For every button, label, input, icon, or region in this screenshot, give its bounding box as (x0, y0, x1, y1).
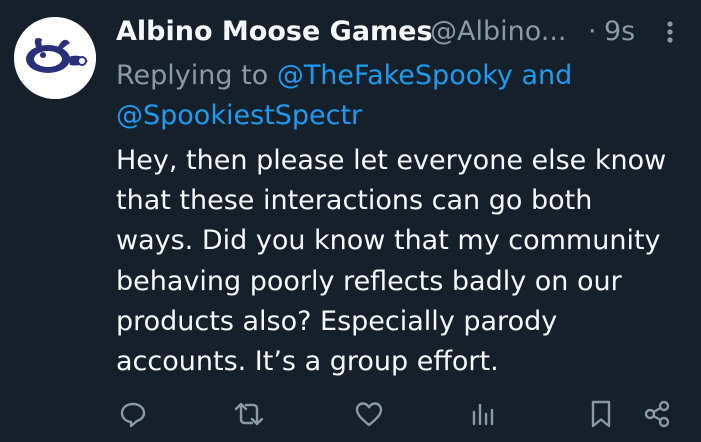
replying-to: Replying to @TheFakeSpooky and @Spookies… (116, 56, 676, 136)
reply-button[interactable] (116, 397, 150, 431)
action-bar (116, 397, 676, 431)
tweet-text: Hey, then please let everyone else know … (116, 141, 686, 382)
tweet-text-line: that these interactions can go both (116, 185, 593, 217)
bookmark-button[interactable] (584, 397, 618, 431)
more-options-icon[interactable] (661, 20, 679, 44)
timestamp[interactable]: 9s (604, 12, 635, 52)
share-button[interactable] (640, 397, 674, 431)
retweet-icon (234, 402, 264, 426)
share-icon (644, 400, 670, 428)
author-display-name[interactable]: Albino Moose Games (116, 12, 433, 52)
tweet-header: Albino Moose Games @Albino... · 9s (116, 12, 686, 52)
avatar[interactable] (14, 17, 96, 99)
moose-logo-icon (14, 17, 96, 99)
tweet-text-line: ways. Did you know that my community (116, 225, 661, 257)
tweet-text-line: products also? Especially parody (116, 305, 558, 337)
mention-link[interactable]: @SpookiestSpectr (116, 100, 362, 131)
tweet-text-line: Hey, then please let everyone else know (116, 145, 667, 176)
tweet-text-line: behaving poorly reflects badly on our (116, 265, 622, 297)
views-button[interactable] (466, 397, 500, 431)
replying-to-label: Replying to (116, 60, 269, 91)
header-separator: · (588, 16, 597, 47)
bar-chart-icon (472, 403, 494, 426)
retweet-button[interactable] (232, 397, 266, 431)
tweet-text-line: accounts. It’s a group effort. (116, 346, 499, 378)
bookmark-icon (591, 400, 611, 428)
tweet[interactable]: Albino Moose Games @Albino... · 9s Reply… (0, 0, 701, 442)
mention-link[interactable]: @TheFakeSpooky (277, 60, 513, 91)
heart-icon (355, 402, 383, 427)
like-button[interactable] (352, 397, 386, 431)
speech-bubble-icon (120, 402, 146, 428)
author-handle[interactable]: @Albino... (430, 12, 567, 52)
replying-to-conjunction: and (521, 60, 573, 91)
